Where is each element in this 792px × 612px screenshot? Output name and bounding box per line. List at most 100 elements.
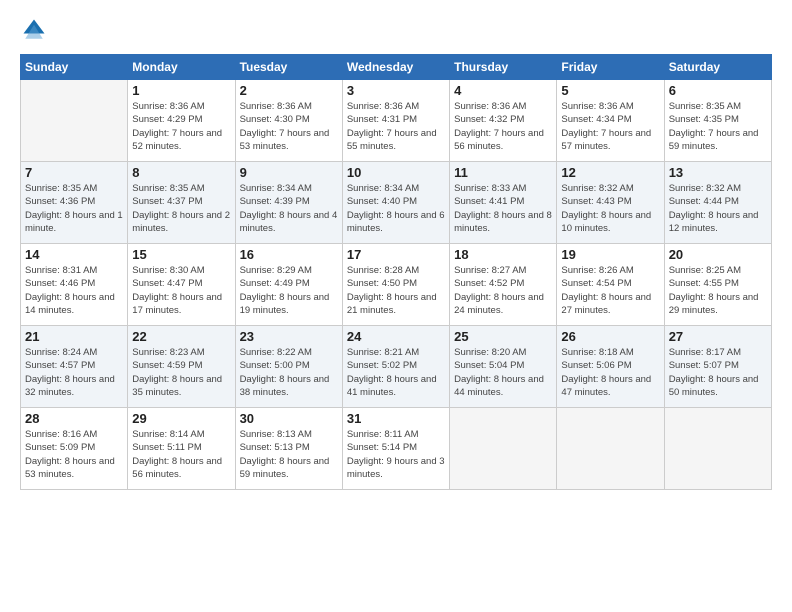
day-info: Sunrise: 8:26 AMSunset: 4:54 PMDaylight:… <box>561 264 659 317</box>
day-number: 17 <box>347 247 445 262</box>
calendar-cell: 19 Sunrise: 8:26 AMSunset: 4:54 PMDayligh… <box>557 244 664 326</box>
calendar-cell: 25 Sunrise: 8:20 AMSunset: 5:04 PMDayligh… <box>450 326 557 408</box>
calendar-cell: 24Sunrise: 8:21 AMSunset: 5:02 PMDayligh… <box>342 326 449 408</box>
calendar-cell: 28 Sunrise: 8:16 AMSunset: 5:09 PMDayligh… <box>21 408 128 490</box>
day-header-tuesday: Tuesday <box>235 55 342 80</box>
day-info: Sunrise: 8:35 AMSunset: 4:35 PMDaylight:… <box>669 100 767 153</box>
day-info: Sunrise: 8:22 AMSunset: 5:00 PMDaylight:… <box>240 346 338 399</box>
calendar-cell: 23 Sunrise: 8:22 AMSunset: 5:00 PMDayligh… <box>235 326 342 408</box>
day-info: Sunrise: 8:20 AMSunset: 5:04 PMDaylight:… <box>454 346 552 399</box>
day-info: Sunrise: 8:18 AMSunset: 5:06 PMDaylight:… <box>561 346 659 399</box>
day-number: 20 <box>669 247 767 262</box>
day-number: 9 <box>240 165 338 180</box>
day-number: 21 <box>25 329 123 344</box>
day-info: Sunrise: 8:16 AMSunset: 5:09 PMDaylight:… <box>25 428 123 481</box>
day-number: 15 <box>132 247 230 262</box>
day-info: Sunrise: 8:31 AMSunset: 4:46 PMDaylight:… <box>25 264 123 317</box>
calendar-cell: 17 Sunrise: 8:28 AMSunset: 4:50 PMDayligh… <box>342 244 449 326</box>
day-number: 26 <box>561 329 659 344</box>
day-info: Sunrise: 8:34 AMSunset: 4:40 PMDaylight:… <box>347 182 445 235</box>
calendar-header-row: SundayMondayTuesdayWednesdayThursdayFrid… <box>21 55 772 80</box>
day-number: 7 <box>25 165 123 180</box>
calendar-cell: 31 Sunrise: 8:11 AMSunset: 5:14 PMDayligh… <box>342 408 449 490</box>
calendar-cell <box>450 408 557 490</box>
calendar-cell: 13Sunrise: 8:32 AMSunset: 4:44 PMDayligh… <box>664 162 771 244</box>
day-info: Sunrise: 8:35 AMSunset: 4:36 PMDaylight:… <box>25 182 123 235</box>
calendar-week-row: 28 Sunrise: 8:16 AMSunset: 5:09 PMDayligh… <box>21 408 772 490</box>
day-number: 25 <box>454 329 552 344</box>
day-number: 22 <box>132 329 230 344</box>
calendar-cell: 5 Sunrise: 8:36 AMSunset: 4:34 PMDaylight… <box>557 80 664 162</box>
calendar-cell: 2Sunrise: 8:36 AMSunset: 4:30 PMDaylight… <box>235 80 342 162</box>
calendar-cell: 3 Sunrise: 8:36 AMSunset: 4:31 PMDaylight… <box>342 80 449 162</box>
day-number: 31 <box>347 411 445 426</box>
page: SundayMondayTuesdayWednesdayThursdayFrid… <box>0 0 792 612</box>
day-header-thursday: Thursday <box>450 55 557 80</box>
day-number: 12 <box>561 165 659 180</box>
calendar-cell: 22 Sunrise: 8:23 AMSunset: 4:59 PMDayligh… <box>128 326 235 408</box>
day-info: Sunrise: 8:21 AMSunset: 5:02 PMDaylight:… <box>347 346 445 399</box>
day-info: Sunrise: 8:14 AMSunset: 5:11 PMDaylight:… <box>132 428 230 481</box>
day-number: 11 <box>454 165 552 180</box>
day-header-sunday: Sunday <box>21 55 128 80</box>
day-number: 16 <box>240 247 338 262</box>
day-info: Sunrise: 8:35 AMSunset: 4:37 PMDaylight:… <box>132 182 230 235</box>
calendar-cell: 6 Sunrise: 8:35 AMSunset: 4:35 PMDaylight… <box>664 80 771 162</box>
day-header-saturday: Saturday <box>664 55 771 80</box>
day-number: 5 <box>561 83 659 98</box>
day-info: Sunrise: 8:27 AMSunset: 4:52 PMDaylight:… <box>454 264 552 317</box>
calendar-cell: 30 Sunrise: 8:13 AMSunset: 5:13 PMDayligh… <box>235 408 342 490</box>
day-info: Sunrise: 8:25 AMSunset: 4:55 PMDaylight:… <box>669 264 767 317</box>
day-info: Sunrise: 8:11 AMSunset: 5:14 PMDaylight:… <box>347 428 445 481</box>
calendar-cell: 4 Sunrise: 8:36 AMSunset: 4:32 PMDaylight… <box>450 80 557 162</box>
day-number: 1 <box>132 83 230 98</box>
day-info: Sunrise: 8:34 AMSunset: 4:39 PMDaylight:… <box>240 182 338 235</box>
calendar-cell: 12 Sunrise: 8:32 AMSunset: 4:43 PMDayligh… <box>557 162 664 244</box>
calendar-cell: 18 Sunrise: 8:27 AMSunset: 4:52 PMDayligh… <box>450 244 557 326</box>
day-info: Sunrise: 8:32 AMSunset: 4:44 PMDaylight:… <box>669 182 767 235</box>
day-info: Sunrise: 8:36 AMSunset: 4:31 PMDaylight:… <box>347 100 445 153</box>
day-number: 27 <box>669 329 767 344</box>
day-number: 23 <box>240 329 338 344</box>
day-header-monday: Monday <box>128 55 235 80</box>
day-header-wednesday: Wednesday <box>342 55 449 80</box>
day-info: Sunrise: 8:36 AMSunset: 4:32 PMDaylight:… <box>454 100 552 153</box>
header <box>20 16 772 44</box>
day-info: Sunrise: 8:13 AMSunset: 5:13 PMDaylight:… <box>240 428 338 481</box>
calendar-cell: 29 Sunrise: 8:14 AMSunset: 5:11 PMDayligh… <box>128 408 235 490</box>
logo-icon <box>20 16 48 44</box>
calendar-table: SundayMondayTuesdayWednesdayThursdayFrid… <box>20 54 772 490</box>
day-info: Sunrise: 8:30 AMSunset: 4:47 PMDaylight:… <box>132 264 230 317</box>
calendar-cell: 7 Sunrise: 8:35 AMSunset: 4:36 PMDaylight… <box>21 162 128 244</box>
day-number: 28 <box>25 411 123 426</box>
day-info: Sunrise: 8:23 AMSunset: 4:59 PMDaylight:… <box>132 346 230 399</box>
calendar-cell: 8 Sunrise: 8:35 AMSunset: 4:37 PMDaylight… <box>128 162 235 244</box>
calendar-cell: 1 Sunrise: 8:36 AMSunset: 4:29 PMDaylight… <box>128 80 235 162</box>
day-header-friday: Friday <box>557 55 664 80</box>
day-info: Sunrise: 8:36 AMSunset: 4:34 PMDaylight:… <box>561 100 659 153</box>
calendar-cell: 11 Sunrise: 8:33 AMSunset: 4:41 PMDayligh… <box>450 162 557 244</box>
calendar-cell: 26 Sunrise: 8:18 AMSunset: 5:06 PMDayligh… <box>557 326 664 408</box>
day-number: 30 <box>240 411 338 426</box>
day-info: Sunrise: 8:28 AMSunset: 4:50 PMDaylight:… <box>347 264 445 317</box>
day-number: 29 <box>132 411 230 426</box>
calendar-cell <box>664 408 771 490</box>
calendar-cell <box>21 80 128 162</box>
day-info: Sunrise: 8:29 AMSunset: 4:49 PMDaylight:… <box>240 264 338 317</box>
day-info: Sunrise: 8:32 AMSunset: 4:43 PMDaylight:… <box>561 182 659 235</box>
day-number: 6 <box>669 83 767 98</box>
day-info: Sunrise: 8:36 AMSunset: 4:29 PMDaylight:… <box>132 100 230 153</box>
calendar-cell <box>557 408 664 490</box>
day-number: 8 <box>132 165 230 180</box>
calendar-cell: 27Sunrise: 8:17 AMSunset: 5:07 PMDayligh… <box>664 326 771 408</box>
calendar-cell: 14Sunrise: 8:31 AMSunset: 4:46 PMDayligh… <box>21 244 128 326</box>
day-number: 18 <box>454 247 552 262</box>
day-info: Sunrise: 8:33 AMSunset: 4:41 PMDaylight:… <box>454 182 552 235</box>
day-number: 4 <box>454 83 552 98</box>
calendar-week-row: 14Sunrise: 8:31 AMSunset: 4:46 PMDayligh… <box>21 244 772 326</box>
day-number: 3 <box>347 83 445 98</box>
calendar-cell: 9 Sunrise: 8:34 AMSunset: 4:39 PMDaylight… <box>235 162 342 244</box>
day-number: 19 <box>561 247 659 262</box>
logo <box>20 16 52 44</box>
calendar-cell: 16 Sunrise: 8:29 AMSunset: 4:49 PMDayligh… <box>235 244 342 326</box>
